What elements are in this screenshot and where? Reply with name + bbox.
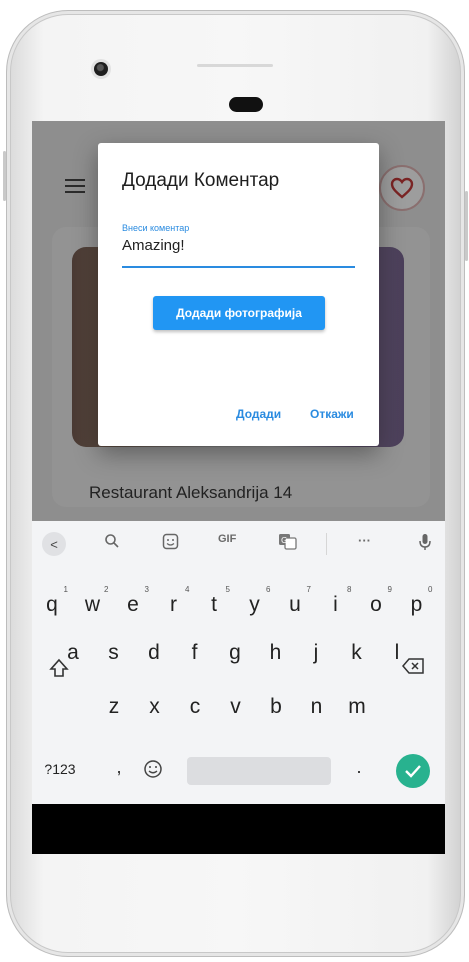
- key-number-hint: 8: [347, 585, 352, 594]
- key-z[interactable]: z: [99, 695, 129, 719]
- system-navigation-bar: [32, 804, 445, 854]
- key-q[interactable]: q1: [37, 585, 68, 617]
- sensor-strip: [197, 64, 273, 67]
- key-number-hint: 4: [185, 585, 190, 594]
- key-e[interactable]: e3: [118, 585, 149, 617]
- hamburger-icon[interactable]: [65, 179, 85, 193]
- earpiece-speaker: [229, 97, 263, 112]
- restaurant-title: Restaurant Aleksandrija 14: [89, 483, 293, 502]
- period-key[interactable]: .: [344, 757, 374, 778]
- search-icon[interactable]: [104, 533, 120, 549]
- translate-icon[interactable]: G: [278, 533, 297, 550]
- side-button: [465, 191, 468, 261]
- key-u[interactable]: u7: [280, 585, 311, 617]
- key-y[interactable]: y6: [240, 585, 270, 617]
- comment-input[interactable]: Amazing!: [122, 237, 185, 254]
- add-photo-button[interactable]: Додади фотографија: [153, 296, 325, 330]
- enter-key[interactable]: [396, 754, 430, 788]
- toolbar-back-button[interactable]: <: [42, 532, 66, 556]
- key-j[interactable]: j: [301, 641, 331, 665]
- front-camera: [94, 62, 108, 76]
- checkmark-icon: [405, 765, 421, 778]
- comment-input-underline: [122, 266, 355, 268]
- more-options-button[interactable]: ···: [358, 533, 371, 548]
- key-n[interactable]: n: [302, 695, 332, 719]
- key-d[interactable]: d: [139, 641, 169, 665]
- key-number-hint: 3: [144, 585, 149, 594]
- backspace-key[interactable]: [396, 657, 430, 681]
- key-f[interactable]: f: [180, 641, 210, 665]
- key-w[interactable]: w2: [78, 585, 109, 617]
- key-c[interactable]: c: [180, 695, 210, 719]
- key-k[interactable]: k: [342, 641, 372, 665]
- key-v[interactable]: v: [221, 695, 251, 719]
- key-m[interactable]: m: [342, 695, 372, 719]
- key-s[interactable]: s: [99, 641, 129, 665]
- phone-screen: Restaurant Aleksandrija 14 Додади Комент…: [32, 121, 445, 854]
- emoji-key[interactable]: [138, 759, 168, 785]
- key-b[interactable]: b: [261, 695, 291, 719]
- key-number-hint: 0: [428, 585, 433, 594]
- cancel-button[interactable]: Откажи: [310, 407, 354, 421]
- key-i[interactable]: i8: [321, 585, 351, 617]
- space-bar[interactable]: [187, 757, 331, 785]
- key-t[interactable]: t5: [199, 585, 230, 617]
- heart-icon: [390, 177, 414, 199]
- key-number-hint: 6: [266, 585, 271, 594]
- symbols-key[interactable]: ?123: [40, 761, 80, 777]
- soft-keyboard: < GIF G ··· q1w2e3r4t5y6u7i8o9p0 asdfghj…: [32, 521, 445, 804]
- key-r[interactable]: r4: [159, 585, 190, 617]
- key-o[interactable]: o9: [361, 585, 392, 617]
- emoji-icon: [144, 760, 162, 778]
- side-button: [3, 151, 6, 201]
- favorite-button[interactable]: [379, 165, 425, 211]
- microphone-icon[interactable]: [419, 533, 431, 551]
- sticker-icon[interactable]: [162, 533, 179, 550]
- add-comment-dialog: Додади Коментар Внеси коментар Amazing! …: [98, 143, 379, 446]
- key-number-hint: 1: [63, 585, 68, 594]
- key-h[interactable]: h: [261, 641, 291, 665]
- key-number-hint: 9: [387, 585, 392, 594]
- key-number-hint: 7: [306, 585, 311, 594]
- confirm-button[interactable]: Додади: [236, 407, 281, 421]
- key-x[interactable]: x: [140, 695, 170, 719]
- keyboard-toolbar: < GIF G ···: [32, 521, 445, 567]
- comment-field-label: Внеси коментар: [122, 223, 190, 233]
- dialog-title: Додади Коментар: [122, 170, 280, 191]
- key-number-hint: 2: [104, 585, 109, 594]
- comma-key[interactable]: ,: [104, 757, 134, 778]
- svg-text:G: G: [281, 536, 287, 545]
- key-number-hint: 5: [225, 585, 230, 594]
- gif-button[interactable]: GIF: [218, 533, 236, 545]
- shift-key[interactable]: [44, 657, 74, 685]
- key-p[interactable]: p0: [402, 585, 433, 617]
- key-g[interactable]: g: [220, 641, 250, 665]
- toolbar-divider: [326, 533, 327, 555]
